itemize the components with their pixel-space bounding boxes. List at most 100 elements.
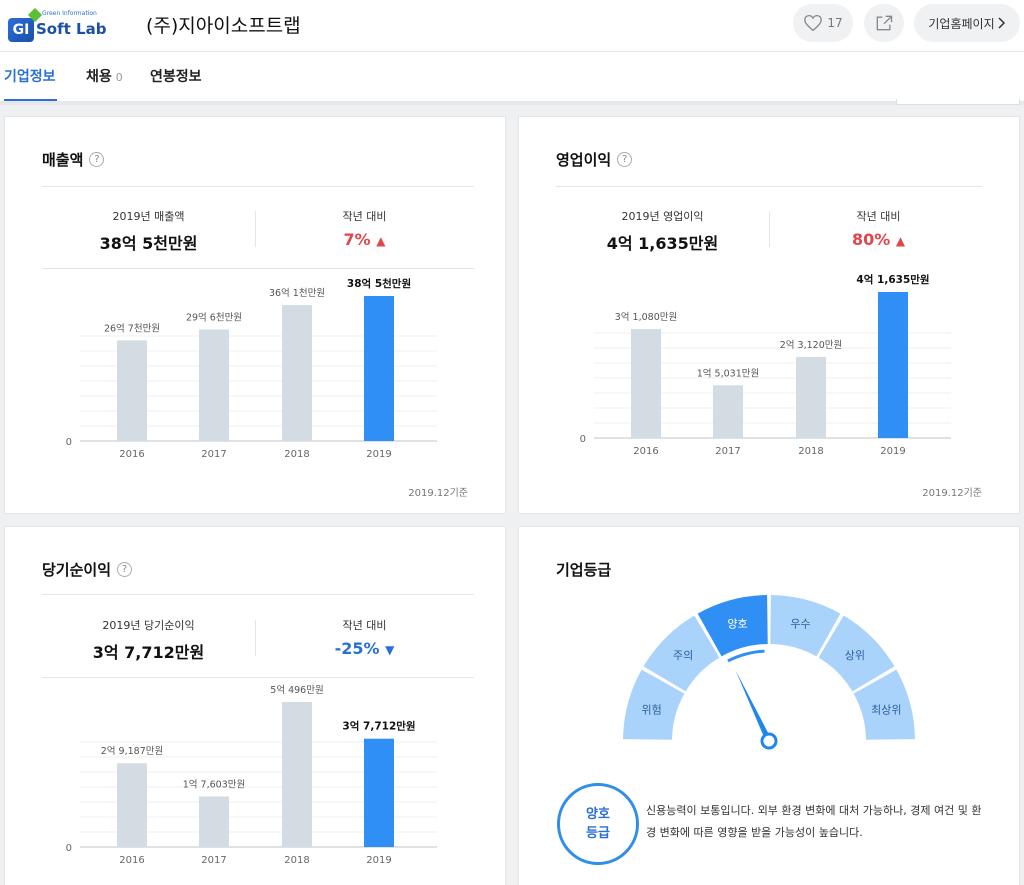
help-icon[interactable]: ? — [617, 152, 633, 167]
heart-icon — [804, 14, 823, 32]
net-income-card: 당기순이익 ? 2019년 당기순이익 3억 7,712만원 작년 대비 -25… — [4, 526, 506, 885]
bar[interactable] — [282, 305, 312, 441]
chevron-right-icon — [998, 17, 1005, 29]
credit-grade-card: 기업등급 위험 주의 양호 우수 상위 최상위 양호 등급 신용능력이 보통입니다. 외부… — [518, 526, 1020, 885]
bar-value-label: 29억 6천만원 — [186, 312, 242, 324]
bar-value-label: 38억 5천만원 — [347, 277, 411, 290]
bar[interactable] — [117, 340, 147, 441]
homepage-label: 기업홈페이지 — [928, 16, 995, 31]
net-income-chart: 0 2억 9,187만원 2016 1억 7,603만원 2017 5억 496만원 201… — [66, 684, 437, 866]
gauge-needle — [735, 670, 772, 743]
tab-salary[interactable]: 연봉정보 — [150, 66, 202, 86]
company-logo[interactable]: GI Green Information Soft Lab — [8, 6, 106, 44]
bar[interactable] — [796, 356, 826, 438]
revenue-change: 작년 대비 7% ▲ — [255, 208, 474, 249]
change-value: 7% ▲ — [255, 230, 474, 249]
change-number: -25% — [334, 639, 380, 658]
x-tick-label: 2016 — [119, 855, 144, 866]
like-button[interactable]: 17 — [793, 4, 853, 42]
card-title-text: 매출액 — [42, 151, 84, 169]
operating-stat: 2019년 영업이익 4억 1,635만원 — [556, 208, 769, 254]
revenue-card: 매출액 ? 2019년 매출액 38억 5천만원 작년 대비 7% ▲ 0 26억… — [4, 116, 506, 514]
stat-value: 38억 5천만원 — [99, 234, 198, 253]
tab-company-info[interactable]: 기업정보 — [4, 66, 56, 86]
stat-label: 2019년 당기순이익 — [102, 619, 195, 632]
divider — [42, 186, 474, 187]
change-number: 7% — [343, 230, 371, 249]
gauge-segment-label: 상위 — [845, 649, 865, 662]
card-title-text: 당기순이익 — [42, 561, 112, 579]
x-tick-label: 2019 — [366, 855, 391, 866]
bar-value-label: 1억 5,031만원 — [697, 367, 759, 379]
revenue-stat: 2019년 매출액 38억 5천만원 — [42, 208, 255, 254]
operating-title: 영업이익 ? — [556, 149, 633, 170]
change-value: 80% ▲ — [769, 230, 988, 249]
netincome-stat: 2019년 당기순이익 3억 7,712만원 — [42, 617, 255, 663]
arrow-up-icon: ▲ — [895, 234, 906, 248]
bar[interactable] — [364, 296, 394, 441]
logo-name: Soft Lab — [36, 20, 107, 38]
like-count: 17 — [827, 16, 843, 30]
bar-value-label: 3억 7,712만원 — [342, 720, 415, 733]
tab-jobs[interactable]: 채용 0 — [86, 66, 123, 86]
gauge-pivot — [760, 732, 778, 750]
axis-zero-label: 0 — [580, 434, 586, 445]
gauge-segment-label: 우수 — [790, 618, 810, 631]
bar[interactable] — [199, 796, 229, 847]
help-icon[interactable]: ? — [89, 152, 105, 167]
bar-value-label: 36억 1천만원 — [269, 287, 325, 299]
x-tick-label: 2016 — [633, 446, 658, 457]
bar[interactable] — [878, 292, 908, 438]
axis-zero-label: 0 — [66, 843, 72, 854]
stat-label: 2019년 매출액 — [112, 210, 185, 223]
change-label: 작년 대비 — [856, 210, 901, 223]
bar-value-label: 2억 9,187만원 — [101, 745, 163, 757]
gauge-segment-label: 주의 — [673, 649, 693, 662]
top-header: GI Green Information Soft Lab (주)지아이소프트랩… — [0, 0, 1024, 52]
bar[interactable] — [631, 329, 661, 438]
bar[interactable] — [117, 763, 147, 847]
stat-value: 4억 1,635만원 — [606, 234, 719, 253]
change-label: 작년 대비 — [342, 210, 387, 223]
x-tick-label: 2019 — [366, 449, 391, 460]
card-title-text: 영업이익 — [556, 151, 612, 169]
bar[interactable] — [282, 702, 312, 847]
grade-badge-top: 양호 — [586, 807, 610, 822]
credit-grade-gauge: 위험 주의 양호 우수상위최상위 — [623, 595, 915, 750]
tab-label: 연봉정보 — [150, 69, 202, 85]
change-label: 작년 대비 — [342, 619, 387, 632]
bar-value-label: 2억 3,120만원 — [780, 339, 842, 351]
divider — [42, 677, 474, 678]
netincome-title: 당기순이익 ? — [42, 559, 133, 580]
x-tick-label: 2016 — [119, 449, 144, 460]
operating-profit-chart: 0 3억 1,080만원 2016 1억 5,031만원 2017 2억 3,120만원 2… — [580, 273, 951, 457]
tab-label: 기업정보 — [4, 69, 56, 85]
grade-badge: 양호 등급 — [557, 783, 639, 865]
bar[interactable] — [364, 738, 394, 847]
share-button[interactable] — [864, 4, 904, 42]
gauge-segment-label: 위험 — [642, 704, 662, 717]
revenue-chart: 0 26억 7천만원 2016 29억 6천만원 2017 36억 1천만원 2018 38억… — [66, 277, 437, 460]
bar-value-label: 1억 7,603만원 — [183, 778, 245, 790]
stat-label: 2019년 영업이익 — [621, 210, 704, 223]
grade-description: 신용능력이 보통입니다. 외부 환경 변화에 대처 가능하나, 경제 여건 및 … — [646, 804, 982, 839]
stat-value: 3억 7,712만원 — [92, 643, 205, 662]
operating-profit-card: 영업이익 ? 2019년 영업이익 4억 1,635만원 작년 대비 80% ▲… — [518, 116, 1020, 514]
logo-subtitle: Green Information — [42, 10, 97, 17]
change-value: -25% ▼ — [255, 639, 474, 658]
bar[interactable] — [713, 385, 743, 438]
company-name: (주)지아이소프트랩 — [146, 15, 301, 37]
bar-value-label: 3억 1,080만원 — [615, 311, 677, 323]
x-tick-label: 2018 — [284, 855, 309, 866]
gauge-segment-label: 최상위 — [871, 704, 901, 717]
bar[interactable] — [199, 329, 229, 441]
tab-count: 0 — [115, 71, 123, 84]
x-tick-label: 2018 — [798, 446, 823, 457]
bar-value-label: 5억 496만원 — [270, 684, 323, 696]
x-tick-label: 2018 — [284, 449, 309, 460]
revenue-title: 매출액 ? — [42, 149, 105, 170]
x-tick-label: 2019 — [880, 446, 905, 457]
help-icon[interactable]: ? — [117, 562, 133, 577]
divider — [42, 594, 474, 595]
company-homepage-button[interactable]: 기업홈페이지 — [914, 4, 1020, 42]
